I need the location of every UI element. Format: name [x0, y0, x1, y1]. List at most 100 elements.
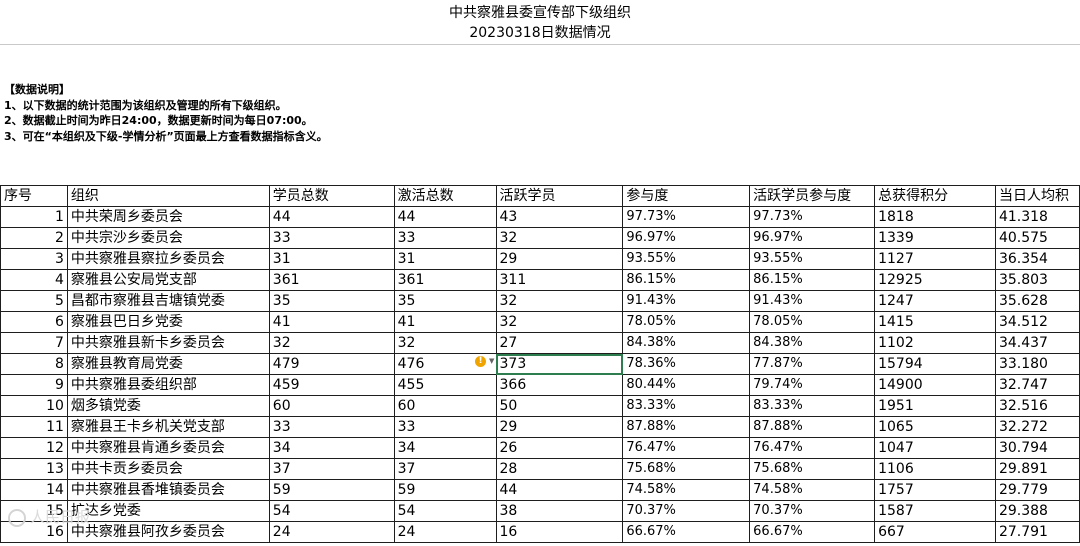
cell-active[interactable]: 38 [495, 500, 624, 522]
cell-active[interactable]: 373 [495, 353, 624, 375]
cell-active-participation[interactable]: 96.97% [749, 227, 876, 249]
cell-participation[interactable]: 78.05% [622, 311, 751, 333]
cell-daily-avg[interactable]: 29.891 [994, 458, 1080, 480]
cell-index[interactable]: 7 [0, 332, 68, 354]
cell-active[interactable]: 44 [495, 479, 624, 501]
cell-org[interactable]: 昌都市察雅县吉塘镇党委 [66, 290, 270, 312]
col-header-org[interactable]: 组织 [66, 185, 270, 207]
cell-index[interactable]: 13 [0, 458, 68, 480]
cell-members[interactable]: 24 [268, 521, 395, 543]
cell-participation[interactable]: 83.33% [622, 395, 751, 417]
cell-members[interactable]: 31 [268, 248, 395, 270]
col-header-active[interactable]: 活跃学员 [495, 185, 624, 207]
chevron-down-icon[interactable]: ▼ [489, 357, 494, 365]
cell-active[interactable]: 32 [495, 227, 624, 249]
cell-active-participation[interactable]: 70.37% [749, 500, 876, 522]
cell-points[interactable]: 1247 [874, 290, 996, 312]
cell-points[interactable]: 1339 [874, 227, 996, 249]
cell-participation[interactable]: 66.67% [622, 521, 751, 543]
cell-members[interactable]: 59 [268, 479, 395, 501]
cell-org[interactable]: 察雅县巴日乡党委 [66, 311, 270, 333]
cell-points[interactable]: 1127 [874, 248, 996, 270]
cell-points[interactable]: 1065 [874, 416, 996, 438]
cell-daily-avg[interactable]: 30.794 [994, 437, 1080, 459]
cell-participation[interactable]: 84.38% [622, 332, 751, 354]
cell-active[interactable]: 16 [495, 521, 624, 543]
cell-active-participation[interactable]: 91.43% [749, 290, 876, 312]
cell-points[interactable]: 1951 [874, 395, 996, 417]
cell-active[interactable]: 366 [495, 374, 624, 396]
cell-participation[interactable]: 78.36% [622, 353, 751, 375]
cell-index[interactable]: 12 [0, 437, 68, 459]
cell-active-participation[interactable]: 75.68% [749, 458, 876, 480]
cell-members[interactable]: 33 [268, 416, 395, 438]
cell-org[interactable]: 中共荣周乡委员会 [66, 206, 270, 228]
cell-activated[interactable]: 44 [393, 206, 497, 228]
cell-active[interactable]: 27 [495, 332, 624, 354]
cell-daily-avg[interactable]: 36.354 [994, 248, 1080, 270]
cell-points[interactable]: 667 [874, 521, 996, 543]
cell-active-participation[interactable]: 78.05% [749, 311, 876, 333]
cell-org[interactable]: 中共察雅县新卡乡委员会 [66, 332, 270, 354]
cell-active[interactable]: 28 [495, 458, 624, 480]
cell-daily-avg[interactable]: 34.437 [994, 332, 1080, 354]
cell-active-participation[interactable]: 93.55% [749, 248, 876, 270]
cell-active-participation[interactable]: 77.87% [749, 353, 876, 375]
cell-active-participation[interactable]: 97.73% [749, 206, 876, 228]
cell-participation[interactable]: 97.73% [622, 206, 751, 228]
cell-org[interactable]: 烟多镇党委 [66, 395, 270, 417]
cell-activated[interactable]: 33 [393, 227, 497, 249]
cell-participation[interactable]: 93.55% [622, 248, 751, 270]
cell-activated[interactable]: 455 [393, 374, 497, 396]
cell-index[interactable]: 1 [0, 206, 68, 228]
cell-activated[interactable]: 59 [393, 479, 497, 501]
cell-org[interactable]: 察雅县公安局党支部 [66, 269, 270, 291]
cell-points[interactable]: 1047 [874, 437, 996, 459]
cell-index[interactable]: 5 [0, 290, 68, 312]
cell-activated[interactable]: 41 [393, 311, 497, 333]
cell-members[interactable]: 34 [268, 437, 395, 459]
exclamation-icon[interactable]: ! [475, 356, 486, 367]
cell-daily-avg[interactable]: 32.747 [994, 374, 1080, 396]
cell-org[interactable]: 扩达乡党委 [66, 500, 270, 522]
cell-participation[interactable]: 76.47% [622, 437, 751, 459]
cell-index[interactable]: 8 [0, 353, 68, 375]
cell-participation[interactable]: 91.43% [622, 290, 751, 312]
cell-members[interactable]: 41 [268, 311, 395, 333]
cell-active[interactable]: 311 [495, 269, 624, 291]
cell-participation[interactable]: 96.97% [622, 227, 751, 249]
cell-activated[interactable]: 34 [393, 437, 497, 459]
cell-org[interactable]: 中共察雅县察拉乡委员会 [66, 248, 270, 270]
col-header-activated[interactable]: 激活总数 [393, 185, 497, 207]
cell-active[interactable]: 29 [495, 416, 624, 438]
cell-active-participation[interactable]: 86.15% [749, 269, 876, 291]
cell-daily-avg[interactable]: 35.628 [994, 290, 1080, 312]
cell-members[interactable]: 479 [268, 353, 395, 375]
cell-active-participation[interactable]: 66.67% [749, 521, 876, 543]
cell-active[interactable]: 29 [495, 248, 624, 270]
cell-members[interactable]: 459 [268, 374, 395, 396]
cell-daily-avg[interactable]: 41.318 [994, 206, 1080, 228]
cell-index[interactable]: 11 [0, 416, 68, 438]
cell-points[interactable]: 1106 [874, 458, 996, 480]
col-header-daily-avg[interactable]: 当日人均积 [994, 185, 1080, 207]
cell-activated[interactable]: 361 [393, 269, 497, 291]
cell-participation[interactable]: 74.58% [622, 479, 751, 501]
cell-active[interactable]: 50 [495, 395, 624, 417]
cell-daily-avg[interactable]: 40.575 [994, 227, 1080, 249]
cell-points[interactable]: 1587 [874, 500, 996, 522]
cell-org[interactable]: 中共察雅县阿孜乡委员会 [66, 521, 270, 543]
cell-daily-avg[interactable]: 35.803 [994, 269, 1080, 291]
cell-index[interactable]: 2 [0, 227, 68, 249]
cell-participation[interactable]: 86.15% [622, 269, 751, 291]
cell-points[interactable]: 1757 [874, 479, 996, 501]
cell-points[interactable]: 1102 [874, 332, 996, 354]
cell-members[interactable]: 35 [268, 290, 395, 312]
cell-daily-avg[interactable]: 32.516 [994, 395, 1080, 417]
cell-members[interactable]: 60 [268, 395, 395, 417]
cell-index[interactable]: 9 [0, 374, 68, 396]
cell-members[interactable]: 54 [268, 500, 395, 522]
cell-participation[interactable]: 75.68% [622, 458, 751, 480]
cell-activated[interactable]: 33 [393, 416, 497, 438]
cell-activated[interactable]: 32 [393, 332, 497, 354]
